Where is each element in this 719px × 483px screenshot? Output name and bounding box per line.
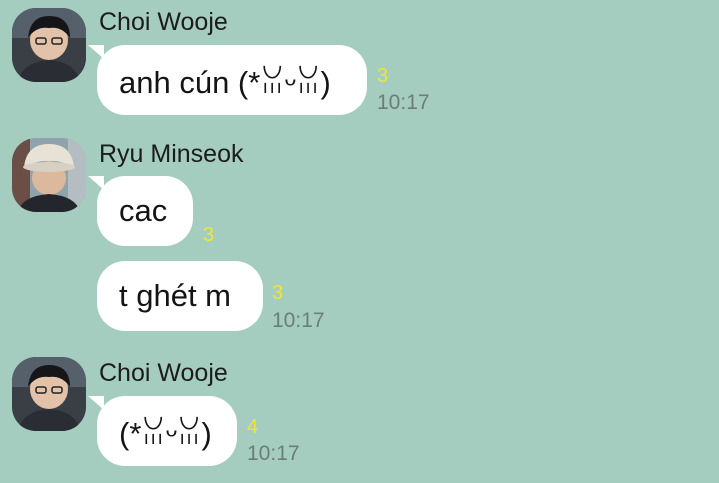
bubble-tail [88, 45, 104, 59]
bubble-tail [88, 176, 104, 190]
chat-view: Choi Wooje anh cún (*ꈍᵕꈍ) 3 10:17 Ryu Mi… [0, 0, 719, 483]
message-text: cac [119, 193, 168, 228]
message-time: 10:17 [377, 91, 430, 114]
bubble-tail [88, 396, 104, 410]
message-text: (*ꈍᵕꈍ) [119, 415, 212, 451]
message-time: 10:17 [247, 442, 300, 465]
sender-name: Choi Wooje [99, 359, 228, 387]
message-bubble[interactable]: t ghét m [97, 261, 263, 331]
unread-count: 3 [377, 65, 389, 87]
message-text: anh cún (*ꈍᵕꈍ) [119, 64, 331, 100]
sender-name: Choi Wooje [99, 8, 228, 36]
avatar[interactable] [12, 138, 86, 212]
avatar[interactable] [12, 8, 86, 82]
unread-count: 3 [272, 282, 284, 304]
message-bubble[interactable]: cac [88, 176, 193, 246]
unread-count: 4 [247, 416, 259, 438]
message-text: t ghét m [119, 278, 231, 313]
message-bubble[interactable]: (*ꈍᵕꈍ) [88, 396, 237, 466]
avatar[interactable] [12, 357, 86, 431]
unread-count: 3 [203, 224, 215, 246]
sender-name: Ryu Minseok [99, 140, 244, 168]
message-time: 10:17 [272, 309, 325, 332]
message-bubble[interactable]: anh cún (*ꈍᵕꈍ) [88, 45, 367, 115]
